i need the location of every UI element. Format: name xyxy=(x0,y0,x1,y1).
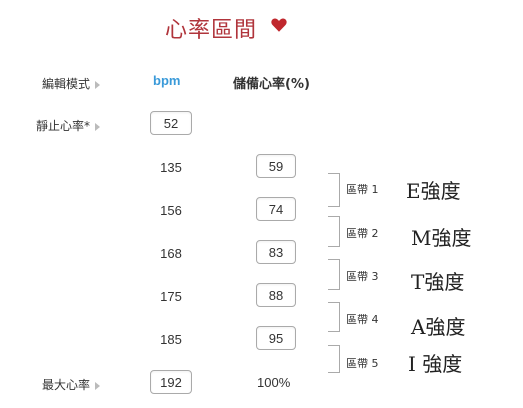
zone2-bracket xyxy=(328,216,340,247)
zone3-intensity: T強度 xyxy=(411,270,465,294)
zone1-reserve-input[interactable]: 59 xyxy=(256,154,296,178)
zone3-reserve-input[interactable]: 83 xyxy=(256,240,296,264)
zone2-bpm: 156 xyxy=(160,203,182,218)
max-hr-percent: 100% xyxy=(257,375,291,390)
zone4-bpm: 175 xyxy=(160,289,182,304)
zone5-intensity: I 強度 xyxy=(408,352,463,376)
edit-mode-label[interactable]: 編輯模式 xyxy=(42,75,101,92)
resting-hr-label: 靜止心率* xyxy=(36,117,101,134)
max-hr-arrow-icon xyxy=(95,381,101,390)
zone3-bracket xyxy=(328,259,340,290)
zone5-bpm: 185 xyxy=(160,332,182,347)
resting-hr-input[interactable]: 52 xyxy=(150,111,192,135)
zone4-label: 區帶 4 xyxy=(346,313,379,326)
zone1-bracket xyxy=(328,173,340,207)
zone1-intensity: E強度 xyxy=(406,179,461,203)
max-hr-label: 最大心率 xyxy=(42,376,101,393)
zone3-label: 區帶 3 xyxy=(346,270,379,283)
zone5-reserve-input[interactable]: 95 xyxy=(256,326,296,350)
zone2-intensity: M強度 xyxy=(411,226,472,250)
zone2-label: 區帶 2 xyxy=(346,227,379,240)
max-hr-input[interactable]: 192 xyxy=(150,370,192,394)
zone1-label: 區帶 1 xyxy=(346,183,379,196)
zone2-reserve-input[interactable]: 74 xyxy=(256,197,296,221)
zone5-bracket xyxy=(328,345,340,373)
zone5-label: 區帶 5 xyxy=(346,357,379,370)
reserve-column-header: 儲備心率(%) xyxy=(233,77,310,92)
max-hr-text: 最大心率 xyxy=(42,378,91,392)
page-title: 心率區間 xyxy=(165,18,258,43)
zone4-bracket xyxy=(328,302,340,332)
zone1-bpm: 135 xyxy=(160,160,182,175)
edit-mode-arrow-icon xyxy=(95,80,101,89)
edit-mode-text: 編輯模式 xyxy=(42,77,91,91)
resting-hr-text: 靜止心率* xyxy=(36,119,91,133)
zone4-reserve-input[interactable]: 88 xyxy=(256,283,296,307)
bpm-column-header: bpm xyxy=(153,73,181,88)
resting-hr-arrow-icon xyxy=(95,122,101,131)
zone4-intensity: A強度 xyxy=(411,315,466,339)
heart-icon xyxy=(271,18,287,32)
zone3-bpm: 168 xyxy=(160,246,182,261)
